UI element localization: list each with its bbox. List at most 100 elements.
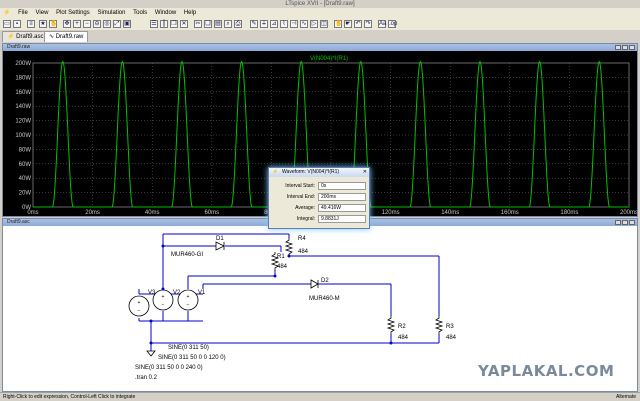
resistor-r2[interactable]	[386, 316, 396, 334]
menu-view[interactable]: View	[33, 8, 52, 18]
dialog-title-bar: ⚡ Waveform: V(N004)*I(R1) ✕	[269, 168, 369, 177]
y-tick-label: 40W	[19, 176, 32, 182]
text-icon[interactable]: Aa	[378, 20, 386, 28]
label-net-icon[interactable]: ⊿	[270, 20, 278, 28]
minus-sign: −	[187, 302, 190, 308]
close-icon[interactable]	[629, 220, 635, 225]
r3-value[interactable]: 484	[446, 335, 457, 341]
y-tick-label: 180W	[15, 75, 31, 81]
x-tick-label: 180ms	[560, 210, 578, 216]
r3-label[interactable]: R3	[446, 324, 454, 330]
cascade-icon[interactable]: ❐	[170, 20, 178, 28]
v3-label[interactable]: V3	[148, 290, 156, 296]
diode-d2[interactable]	[310, 279, 319, 289]
close-icon[interactable]: ✕	[363, 168, 367, 177]
spice-directive-icon[interactable]: .op	[388, 20, 397, 28]
maximize-icon[interactable]	[622, 220, 628, 225]
cut-icon[interactable]: ✂	[194, 20, 202, 28]
move-icon[interactable]: ✋	[334, 20, 342, 28]
find-icon[interactable]: ⌕	[224, 20, 232, 28]
trace-label[interactable]: V(N004)*I(R1)	[310, 56, 348, 62]
close-all-icon[interactable]: ✕	[180, 20, 188, 28]
drag-icon[interactable]: ☛	[344, 20, 352, 28]
dialog-title: Waveform: V(N004)*I(R1)	[282, 169, 340, 175]
resistor-icon[interactable]: ⌇	[280, 20, 288, 28]
diode-d1[interactable]	[215, 241, 225, 251]
menu-help[interactable]: Help	[181, 8, 199, 18]
x-tick-label: 60ms	[204, 210, 219, 216]
v2-sine-directive[interactable]: SINE(0 311 50 0 0 120 0)	[158, 355, 226, 361]
minimize-icon[interactable]	[615, 45, 621, 50]
r1-value[interactable]: 484	[277, 264, 288, 270]
d1-label[interactable]: D1	[216, 236, 224, 242]
menu-bar: ⚡ File View Plot Settings Simulation Too…	[0, 8, 640, 18]
v1-label[interactable]: V1	[198, 290, 206, 296]
ground-icon[interactable]: ⏚	[260, 20, 268, 28]
menu-file[interactable]: File	[15, 8, 31, 18]
d1-model-label[interactable]: MUR460-GI	[171, 252, 203, 258]
tab-waveform[interactable]: ∿ Draft9.raw	[44, 31, 89, 42]
menu-window[interactable]: Window	[152, 8, 179, 18]
resistor-r4[interactable]	[284, 238, 294, 256]
v3-sine-directive[interactable]: SINE(0 311 50 0 0 240 0)	[135, 365, 203, 371]
undo-icon[interactable]: ↶	[354, 20, 362, 28]
print-icon[interactable]: ⎙	[234, 20, 242, 28]
tran-directive[interactable]: .tran 0.2	[135, 375, 158, 381]
d2-model-label[interactable]: MUR460-M	[309, 296, 340, 302]
interval-start-field[interactable]: 0s	[318, 182, 366, 190]
save-icon[interactable]: ▪	[13, 20, 21, 28]
r1-label[interactable]: R1	[277, 254, 285, 260]
x-tick-label: 40ms	[145, 210, 160, 216]
menu-simulation[interactable]: Simulation	[94, 8, 128, 18]
y-tick-label: 80W	[19, 147, 32, 153]
diode-icon[interactable]: ▷	[310, 20, 318, 28]
close-icon[interactable]	[629, 45, 635, 50]
menu-tools[interactable]: Tools	[130, 8, 150, 18]
halt-icon[interactable]: ✋	[49, 20, 57, 28]
paste-icon[interactable]: ▤	[214, 20, 222, 28]
d2-label[interactable]: D2	[321, 278, 329, 284]
average-value: 49.416W	[318, 204, 366, 212]
app-icon: ⚡	[272, 169, 279, 175]
zoom-back-icon[interactable]: −	[83, 20, 91, 28]
pan-icon[interactable]: ✥	[63, 20, 71, 28]
interval-end-field[interactable]: 200ms	[318, 193, 366, 201]
r2-value[interactable]: 484	[398, 335, 409, 341]
capacitor-icon[interactable]: ⊣	[290, 20, 298, 28]
minimize-icon[interactable]	[615, 220, 621, 225]
plus-sign: +	[162, 294, 165, 300]
waveform-integral-dialog: ⚡ Waveform: V(N004)*I(R1) ✕ Interval Sta…	[268, 167, 370, 229]
tab-schematic-label: Draft9.asc	[16, 34, 44, 40]
ground-icon[interactable]	[146, 350, 156, 357]
tile-horizontal-icon[interactable]: ☰	[150, 20, 158, 28]
redo-icon[interactable]: ↷	[364, 20, 372, 28]
y-tick-label: 120W	[15, 119, 31, 125]
zoom-in-icon[interactable]: +	[73, 20, 81, 28]
run-icon[interactable]: ★	[39, 20, 47, 28]
y-tick-label: 160W	[15, 90, 31, 96]
autorange-icon[interactable]: ⤢	[113, 20, 121, 28]
tile-vertical-icon[interactable]: ║	[160, 20, 168, 28]
control-panel-icon[interactable]: ≡	[27, 20, 35, 28]
r4-value[interactable]: 484	[298, 249, 309, 255]
open-icon[interactable]: ▭	[3, 20, 11, 28]
v2-label[interactable]: V2	[173, 290, 181, 296]
menu-plot-settings[interactable]: Plot Settings	[53, 8, 93, 18]
inductor-icon[interactable]: ∿	[300, 20, 308, 28]
component-icon[interactable]: ◫	[320, 20, 328, 28]
copy-icon[interactable]: ❏	[204, 20, 212, 28]
integral-row: Integral: 9.8831J	[271, 215, 367, 224]
zoom-full-icon[interactable]: ◎	[103, 20, 111, 28]
x-tick-label: 160ms	[501, 210, 519, 216]
r4-label[interactable]: R4	[298, 236, 306, 242]
integral-label: Integral:	[296, 216, 315, 222]
zoom-out-icon[interactable]: ⊖	[93, 20, 101, 28]
window-title: LTspice XVII - [Draft9.raw]	[285, 1, 355, 7]
r2-label[interactable]: R2	[398, 324, 406, 330]
tab-schematic[interactable]: ⚡ Draft9.asc	[2, 31, 49, 42]
maximize-icon[interactable]	[622, 45, 628, 50]
v1-sine-directive[interactable]: SINE(0 311 50)	[168, 345, 209, 351]
resistor-r3[interactable]	[434, 316, 444, 334]
wire-icon[interactable]: ✎	[250, 20, 258, 28]
zoom-fit-icon[interactable]: ▣	[123, 20, 131, 28]
